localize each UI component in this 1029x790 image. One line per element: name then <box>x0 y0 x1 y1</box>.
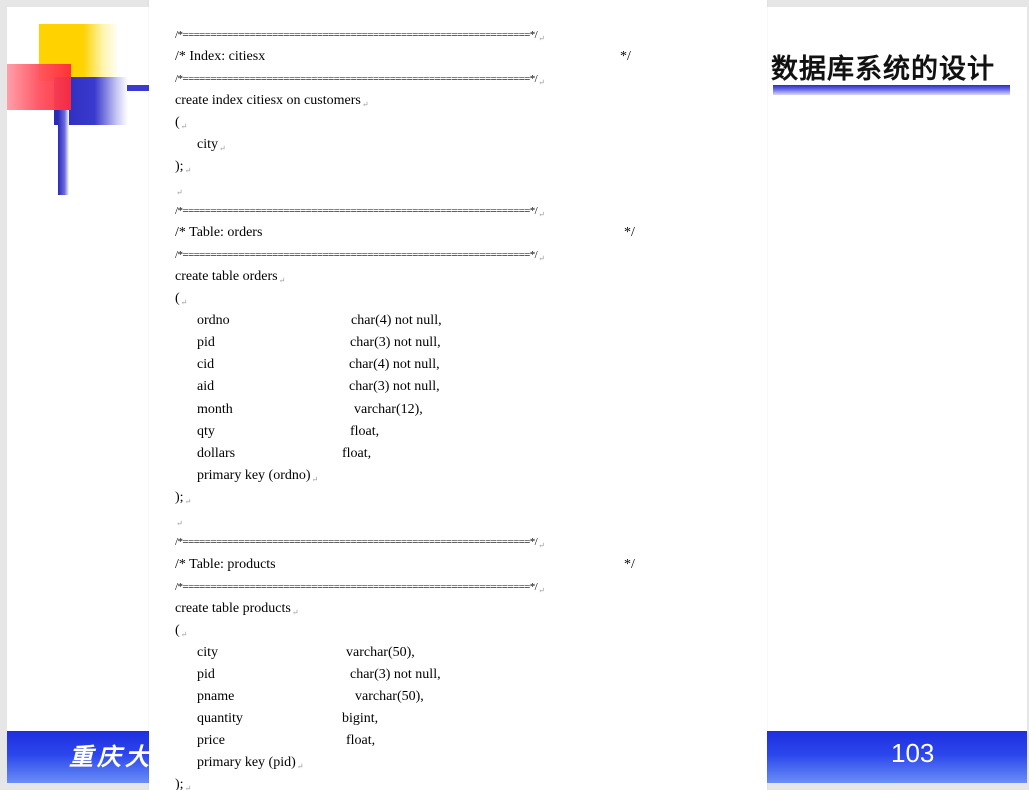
column-definition: dollars float, <box>197 446 372 461</box>
open-paren: (↵ <box>175 291 188 307</box>
column-definition: month varchar(12), <box>197 402 423 417</box>
index-column: city↵ <box>197 137 226 153</box>
primary-key-products: primary key (pid)↵ <box>197 755 304 771</box>
create-index-statement: create index citiesx on customers↵ <box>175 93 369 109</box>
separator-line: /*======================================… <box>175 205 545 219</box>
column-definition: cid char(4) not null, <box>197 357 440 372</box>
slide-title: 数据库系统的设计 <box>771 54 995 85</box>
open-paren: (↵ <box>175 623 188 639</box>
column-definition: city varchar(50), <box>197 645 415 660</box>
page-number: 103 <box>891 738 935 768</box>
create-table-orders: create table orders↵ <box>175 269 286 285</box>
column-definition: price float, <box>197 733 376 748</box>
column-definition: ordno char(4) not null, <box>197 313 442 328</box>
comment-index: /* Index: citiesx */ <box>175 49 631 64</box>
open-paren: (↵ <box>175 115 188 131</box>
column-definition: quantity bigint, <box>197 711 379 726</box>
separator-line: /*======================================… <box>175 581 545 595</box>
blank-line: ↵ <box>176 188 183 197</box>
close-statement: );↵ <box>175 159 192 175</box>
column-definition: pid char(3) not null, <box>197 335 441 350</box>
document-page: /*======================================… <box>149 0 767 790</box>
primary-key-orders: primary key (ordno)↵ <box>197 468 319 484</box>
separator-line: /*======================================… <box>175 73 545 87</box>
create-table-products: create table products↵ <box>175 601 299 617</box>
title-rule <box>773 85 1010 95</box>
separator-line: /*======================================… <box>175 536 545 550</box>
separator-line: /*======================================… <box>175 249 545 263</box>
column-definition: aid char(3) not null, <box>197 379 440 394</box>
decor-red-square <box>7 64 71 110</box>
column-definition: pname varchar(50), <box>197 689 424 704</box>
separator-line: /*======================================… <box>175 29 545 43</box>
close-statement: );↵ <box>175 490 192 506</box>
close-statement: );↵ <box>175 777 192 790</box>
column-definition: qty float, <box>197 424 380 439</box>
comment-table-products: /* Table: products */ <box>175 557 635 572</box>
blank-line: ↵ <box>176 519 183 528</box>
comment-table-orders: /* Table: orders */ <box>175 225 635 240</box>
column-definition: pid char(3) not null, <box>197 667 441 682</box>
decor-vertical-bar <box>58 110 69 195</box>
